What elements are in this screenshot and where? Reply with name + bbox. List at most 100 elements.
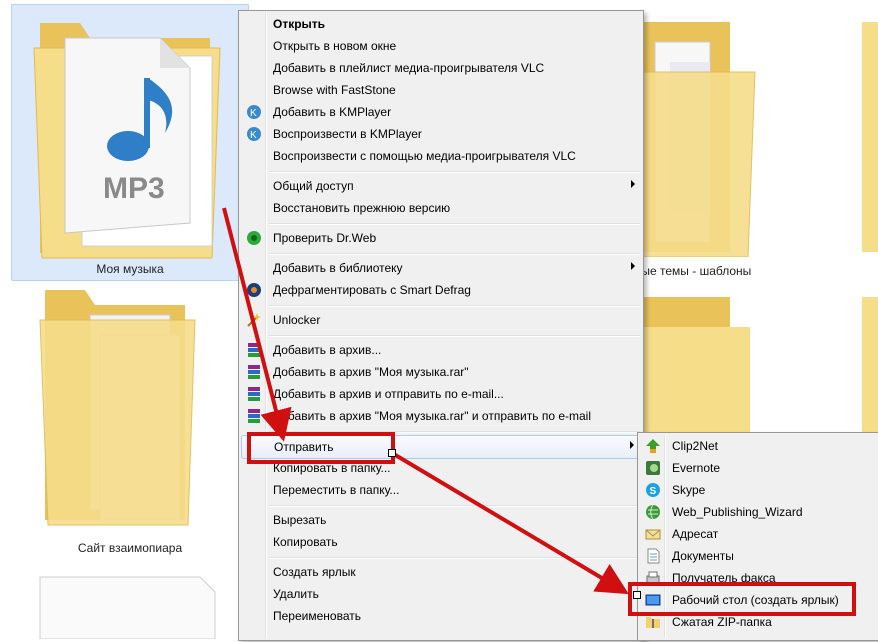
folder-music-icon: MP3 (33, 23, 221, 259)
menu-item-label: Сжатая ZIP-папка (672, 615, 772, 629)
menu-item-vlc-play[interactable]: Воспроизвести с помощью медиа-проигрыват… (241, 145, 641, 167)
menu-item-label: Unlocker (273, 313, 321, 327)
menu-item-create-shortcut[interactable]: Создать ярлык (241, 561, 641, 583)
winrar-books-icon (248, 409, 260, 423)
menu-item-label: Открыть (273, 17, 326, 31)
menu-item-label: Проверить Dr.Web (273, 231, 377, 245)
sendto-item-documents[interactable]: Документы (640, 545, 877, 567)
menu-item-label: Web_Publishing_Wizard (672, 505, 803, 519)
svg-text:K: K (250, 130, 257, 141)
winrar-books-icon (248, 365, 260, 379)
menu-item-label: Переместить в папку... (273, 483, 400, 497)
menu-item-label: Добавить в архив "Моя музыка.rar" и отпр… (273, 409, 592, 423)
menu-item-label: Browse with FastStone (273, 83, 396, 97)
folder-right-mid[interactable] (640, 292, 790, 432)
menu-item-label: Evernote (672, 461, 721, 475)
menu-item-delete[interactable]: Удалить (241, 583, 641, 605)
menu-item-label: Добавить в архив... (273, 343, 382, 357)
menu-item-label: Добавить в плейлист медиа-проигрывателя … (273, 61, 545, 75)
folder-far-right-top[interactable] (862, 12, 878, 257)
sendto-item-mail-recipient[interactable]: Адресат (640, 523, 877, 545)
annotation-handle (633, 591, 641, 599)
folder-third-icon (39, 576, 216, 640)
smart-defrag-icon (247, 283, 261, 297)
menu-item-restore[interactable]: Восстановить прежнюю версию (241, 197, 641, 219)
menu-item-kmplayer-add[interactable]: K Добавить в KMPlayer (241, 101, 641, 123)
mp3-badge: MP3 (103, 172, 165, 205)
menu-item-move-to[interactable]: Переместить в папку... (241, 479, 641, 501)
submenu-arrow-icon (631, 180, 635, 188)
folder-far-right-mid-icon (862, 297, 878, 432)
web-publishing-globe-icon (646, 504, 660, 520)
menu-item-label: Воспроизвести с помощью медиа-проигрыват… (273, 149, 576, 163)
menu-item-label: Удалить (273, 587, 319, 601)
menu-item-label: Создать ярлык (273, 565, 356, 579)
winrar-books-icon (248, 387, 260, 401)
menu-item-winrar-add[interactable]: Добавить в архив... (241, 339, 641, 361)
kmplayer-icon: K (247, 105, 261, 119)
menu-item-open-new-window[interactable]: Открыть в новом окне (241, 35, 641, 57)
menu-item-label: Документы (672, 549, 734, 563)
menu-item-cut[interactable]: Вырезать (241, 509, 641, 531)
unlocker-wand-icon (247, 313, 261, 327)
menu-separator (269, 253, 640, 255)
menu-item-label: Добавить в архив и отправить по e-mail..… (273, 387, 504, 401)
skype-icon: S (646, 483, 660, 497)
sendto-item-web-publishing[interactable]: Web_Publishing_Wizard (640, 501, 877, 523)
svg-text:S: S (650, 486, 657, 497)
folder-music[interactable]: MP3 Моя музыка (20, 8, 240, 278)
kmplayer-icon: K (247, 127, 261, 141)
menu-item-faststone[interactable]: Browse with FastStone (241, 79, 641, 101)
folder-second[interactable]: Сайт взаимопиара (20, 285, 240, 560)
menu-item-winrar-email[interactable]: Добавить в архив и отправить по e-mail..… (241, 383, 641, 405)
menu-item-unlocker[interactable]: Unlocker (241, 309, 641, 331)
context-menu: Открыть Открыть в новом окне Добавить в … (238, 10, 644, 641)
clip2net-icon (646, 439, 660, 453)
menu-item-drweb[interactable]: Проверить Dr.Web (241, 227, 641, 249)
menu-item-winrar-add-named[interactable]: Добавить в архив "Моя музыка.rar" (241, 361, 641, 383)
folder-far-right-mid[interactable] (862, 292, 878, 432)
menu-item-label: Вырезать (273, 513, 327, 527)
menu-item-kmplayer-play[interactable]: K Воспроизвести в KMPlayer (241, 123, 641, 145)
menu-separator (269, 171, 640, 173)
menu-item-smart-defrag[interactable]: Дефрагментировать с Smart Defrag (241, 279, 641, 301)
svg-text:K: K (250, 108, 257, 119)
menu-item-label: Skype (672, 483, 706, 497)
menu-item-label: Добавить в архив "Моя музыка.rar" (273, 365, 469, 379)
menu-item-label: Общий доступ (273, 179, 354, 193)
menu-item-vlc-playlist[interactable]: Добавить в плейлист медиа-проигрывателя … (241, 57, 641, 79)
menu-separator (269, 557, 640, 559)
menu-item-rename[interactable]: Переименовать (241, 605, 641, 627)
documents-icon (647, 548, 660, 564)
menu-item-label: Добавить в KMPlayer (273, 105, 392, 119)
folder-right-top[interactable]: вые темы - шаблоны (635, 12, 790, 278)
menu-item-label: Восстановить прежнюю версию (273, 201, 451, 215)
folder-far-right-icon (862, 22, 878, 252)
menu-item-label: Дефрагментировать с Smart Defrag (273, 283, 471, 297)
menu-item-share[interactable]: Общий доступ (241, 175, 641, 197)
submenu-arrow-icon (631, 262, 635, 270)
folder-right-top-icon (639, 22, 756, 258)
submenu-arrow-icon (630, 441, 634, 449)
sendto-item-clip2net[interactable]: Clip2Net (640, 435, 877, 457)
folder-right-label: вые темы - шаблоны (635, 264, 752, 278)
folder-third[interactable] (30, 572, 230, 640)
zip-folder-icon (646, 617, 660, 628)
folder-second-icon (39, 290, 196, 526)
sendto-item-skype[interactable]: S Skype (640, 479, 877, 501)
winrar-books-icon (248, 343, 260, 357)
menu-item-copy[interactable]: Копировать (241, 531, 641, 553)
menu-item-open[interactable]: Открыть (241, 13, 641, 35)
menu-item-label: Добавить в библиотеку (273, 261, 403, 275)
folder-music-label: Моя музыка (96, 262, 164, 276)
menu-separator (269, 335, 640, 337)
menu-item-label: Открыть в новом окне (273, 39, 397, 53)
menu-item-winrar-named-email[interactable]: Добавить в архив "Моя музыка.rar" и отпр… (241, 405, 641, 427)
sendto-item-evernote[interactable]: Evernote (640, 457, 877, 479)
menu-item-label: Копировать (273, 535, 338, 549)
menu-item-add-library[interactable]: Добавить в библиотеку (241, 257, 641, 279)
menu-separator (269, 223, 640, 225)
menu-item-label: Переименовать (273, 609, 361, 623)
folder-second-label: Сайт взаимопиара (77, 541, 183, 555)
mail-recipient-icon (645, 529, 661, 540)
